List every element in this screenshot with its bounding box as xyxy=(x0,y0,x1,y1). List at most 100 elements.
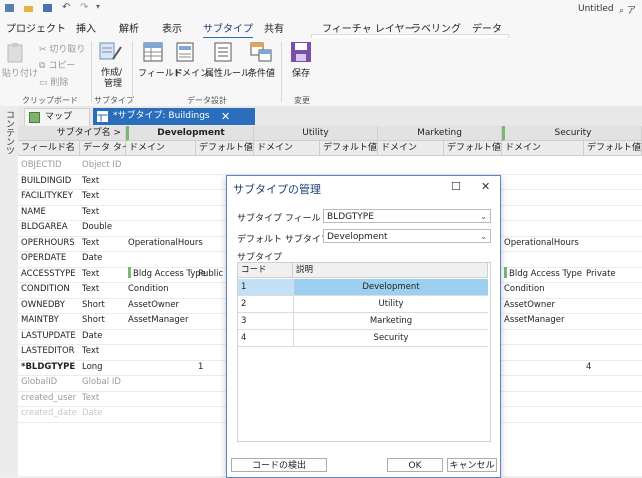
domains-icon[interactable] xyxy=(175,42,195,62)
col-header-description[interactable]: 説明 xyxy=(293,263,488,278)
col-header-code[interactable]: コード xyxy=(238,263,293,278)
field-name-cell[interactable]: BLDGAREA xyxy=(21,220,79,235)
field-name-cell[interactable]: created_user xyxy=(21,391,79,406)
data-type-cell[interactable]: Text xyxy=(82,189,126,204)
subtype-header-marketing[interactable]: Marketing xyxy=(378,126,502,141)
development-domain-cell[interactable]: Bldg Access Type xyxy=(128,266,206,282)
subtype-description-cell[interactable]: Development xyxy=(293,279,488,295)
col-header-domain[interactable]: ドメイン xyxy=(502,141,584,156)
subtype-row[interactable]: 2 Utility xyxy=(238,296,488,313)
data-type-cell[interactable]: Text xyxy=(82,344,126,359)
tab-analysis[interactable]: 解析 xyxy=(119,20,139,35)
redo-icon[interactable]: ↷ xyxy=(80,2,88,13)
copy-button[interactable]: ⧉ コピー xyxy=(39,58,75,71)
open-project-icon[interactable] xyxy=(23,3,34,13)
field-name-cell[interactable]: CONDITION xyxy=(21,282,79,297)
close-icon[interactable]: ✕ xyxy=(481,180,490,193)
security-default-cell[interactable]: 4 xyxy=(586,360,591,375)
field-name-cell[interactable]: BUILDINGID xyxy=(21,174,79,189)
data-type-cell[interactable]: Text xyxy=(82,174,126,189)
undo-icon[interactable]: ↶ xyxy=(62,2,70,13)
subtype-row[interactable]: 1 Development xyxy=(238,279,488,296)
attribute-rules-icon[interactable] xyxy=(213,42,233,62)
field-name-cell[interactable]: *BLDGTYPE xyxy=(21,360,79,375)
development-default-cell[interactable]: Public xyxy=(198,267,223,282)
field-name-cell[interactable]: OBJECTID xyxy=(21,158,79,173)
data-type-cell[interactable]: Text xyxy=(82,236,126,251)
development-domain-cell[interactable]: AssetManager xyxy=(128,313,189,328)
col-header-default[interactable]: デフォルト値 xyxy=(196,141,254,156)
field-name-cell[interactable]: NAME xyxy=(21,205,79,220)
security-domain-cell[interactable]: AssetManager xyxy=(504,313,565,328)
data-type-cell[interactable]: Date xyxy=(82,251,126,266)
col-header-default[interactable]: デフォルト値 xyxy=(320,141,378,156)
create-manage-icon[interactable] xyxy=(99,41,123,63)
col-header-default[interactable]: デフォルト値 xyxy=(444,141,502,156)
development-default-cell[interactable]: 1 xyxy=(198,360,203,375)
field-name-cell[interactable]: LASTEDITOR xyxy=(21,344,79,359)
security-domain-cell[interactable]: Condition xyxy=(504,282,545,297)
save-button[interactable]: 保存 xyxy=(292,66,310,79)
search-icon[interactable]: ⌕ ア xyxy=(619,3,636,16)
col-header-default[interactable]: デフォルト値 xyxy=(584,141,642,156)
field-name-cell[interactable]: OPERHOURS xyxy=(21,236,79,251)
domains-button[interactable]: ドメイン xyxy=(173,66,209,79)
data-type-cell[interactable]: Date xyxy=(82,329,126,344)
tab-view[interactable]: 表示 xyxy=(162,20,182,35)
field-name-cell[interactable]: ACCESSTYPE xyxy=(21,267,79,282)
subtype-header-utility[interactable]: Utility xyxy=(254,126,378,141)
security-domain-cell[interactable]: OperationalHours xyxy=(504,236,579,251)
paste-icon[interactable] xyxy=(6,43,24,63)
contingent-values-button[interactable]: 条件値 xyxy=(248,66,275,79)
ok-button[interactable]: OK xyxy=(387,458,443,472)
data-type-cell[interactable]: Long xyxy=(82,360,126,375)
table-row[interactable]: OBJECTID Object ID xyxy=(18,158,642,175)
col-header-domain[interactable]: ドメイン xyxy=(126,141,196,156)
contents-pane-strip[interactable]: コンテンツ xyxy=(0,106,19,476)
subtype-description-cell[interactable]: Security xyxy=(293,330,488,346)
subtype-code-cell[interactable]: 3 xyxy=(241,313,246,329)
save-icon[interactable] xyxy=(290,41,312,63)
subtype-row[interactable]: 4 Security xyxy=(238,330,488,347)
subtype-code-cell[interactable]: 2 xyxy=(241,296,246,312)
cancel-button[interactable]: キャンセル xyxy=(447,458,497,472)
security-default-cell[interactable]: Private xyxy=(586,267,616,282)
data-type-cell[interactable]: Double xyxy=(82,220,126,235)
col-header-type[interactable]: データ タイプ xyxy=(80,141,140,156)
data-type-cell[interactable]: Object ID xyxy=(82,158,126,173)
fields-icon[interactable] xyxy=(143,42,163,62)
security-domain-cell[interactable]: AssetOwner xyxy=(504,298,555,313)
subtype-description-cell[interactable]: Marketing xyxy=(293,313,488,329)
field-name-cell[interactable]: MAINTBY xyxy=(21,313,79,328)
create-manage-label-2[interactable]: 管理 xyxy=(104,76,122,89)
subtype-code-cell[interactable]: 1 xyxy=(241,279,246,295)
save-project-icon[interactable] xyxy=(42,3,53,13)
development-domain-cell[interactable]: AssetOwner xyxy=(128,298,179,313)
data-type-cell[interactable]: Text xyxy=(82,282,126,297)
field-name-cell[interactable]: GlobalID xyxy=(21,375,79,390)
tab-map[interactable]: マップ xyxy=(24,108,90,127)
field-name-cell[interactable]: LASTUPDATE xyxy=(21,329,79,344)
tab-labeling[interactable]: ラベリング xyxy=(411,20,461,35)
data-type-cell[interactable]: Short xyxy=(82,298,126,313)
cut-button[interactable]: ✂ 切り取り xyxy=(39,42,85,55)
customize-qat-icon[interactable]: ▾ xyxy=(96,2,100,11)
data-type-cell[interactable]: Text xyxy=(82,267,126,282)
tab-share[interactable]: 共有 xyxy=(264,20,284,35)
contingent-values-icon[interactable] xyxy=(250,42,272,62)
maximize-icon[interactable]: ☐ xyxy=(451,180,461,193)
tab-subtype[interactable]: サブタイプ xyxy=(203,20,253,39)
tab-feature-layer[interactable]: フィーチャ レイヤー xyxy=(322,20,415,35)
new-project-icon[interactable] xyxy=(4,3,15,13)
development-domain-cell[interactable]: OperationalHours xyxy=(128,236,203,251)
subtype-field-select[interactable]: BLDGTYPE ⌄ xyxy=(323,209,491,223)
field-name-cell[interactable]: OWNEDBY xyxy=(21,298,79,313)
tab-project[interactable]: プロジェクト xyxy=(6,20,66,35)
tab-data[interactable]: データ xyxy=(472,20,502,35)
development-domain-cell[interactable]: Condition xyxy=(128,282,169,297)
paste-button[interactable]: 貼り付け xyxy=(2,66,38,79)
default-subtype-select[interactable]: Development ⌄ xyxy=(323,229,491,243)
field-name-cell[interactable]: FACILITYKEY xyxy=(21,189,79,204)
subtype-row[interactable]: 3 Marketing xyxy=(238,313,488,330)
delete-button[interactable]: ▭ 削除 xyxy=(39,75,68,88)
